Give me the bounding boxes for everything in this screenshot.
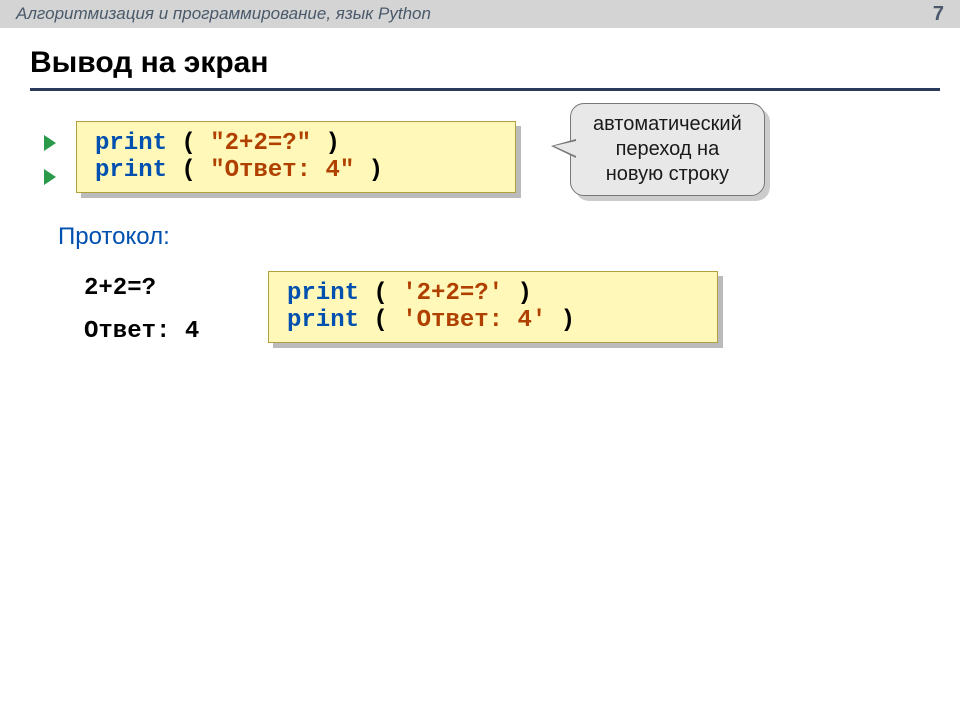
slide-header: Алгоритмизация и программирование, язык …: [0, 0, 960, 28]
string-literal: '2+2=?': [402, 280, 503, 307]
paren: ): [503, 280, 532, 307]
callout-line: переход на: [593, 137, 742, 162]
code-block-2: print ( '2+2=?' ) print ( 'Ответ: 4' ): [268, 271, 718, 343]
callout-box: автоматический переход на новую строку: [570, 103, 765, 196]
keyword: print: [95, 130, 167, 157]
callout-line: автоматический: [593, 112, 742, 137]
code-line: print ( '2+2=?' ): [287, 280, 699, 307]
callout-line: новую строку: [593, 162, 742, 187]
paren: (: [359, 280, 402, 307]
callout-tail: [554, 141, 576, 156]
paren: (: [167, 130, 210, 157]
bullet-icon: [44, 169, 56, 185]
slide-title: Вывод на экран: [30, 46, 960, 84]
code-line: print ( "2+2=?" ): [95, 130, 497, 157]
string-literal: "2+2=?": [210, 130, 311, 157]
string-literal: 'Ответ: 4': [402, 307, 546, 334]
paren: ): [311, 130, 340, 157]
code-line: print ( 'Ответ: 4' ): [287, 307, 699, 334]
page-number: 7: [933, 3, 944, 26]
paren: (: [167, 157, 210, 184]
paren: ): [546, 307, 575, 334]
keyword: print: [287, 280, 359, 307]
keyword: print: [95, 157, 167, 184]
code-line: print ( "Ответ: 4" ): [95, 157, 497, 184]
header-title: Алгоритмизация и программирование, язык …: [16, 4, 431, 24]
keyword: print: [287, 307, 359, 334]
string-literal: "Ответ: 4": [210, 157, 354, 184]
paren: ): [354, 157, 383, 184]
protocol-label: Протокол:: [58, 223, 960, 251]
paren: (: [359, 307, 402, 334]
code-block-1: print ( "2+2=?" ) print ( "Ответ: 4" ): [76, 121, 516, 193]
bullet-icon: [44, 135, 56, 151]
